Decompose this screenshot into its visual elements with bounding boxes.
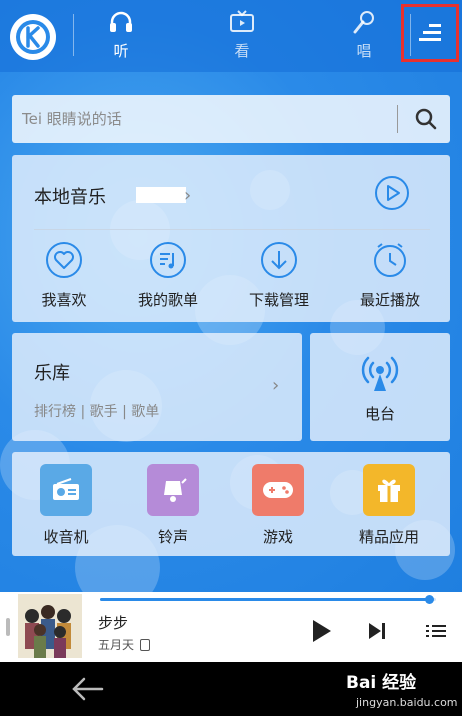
library-subtitle: 排行榜 | 歌手 | 歌单	[34, 404, 160, 420]
tab-sing[interactable]: 唱	[329, 8, 399, 64]
chevron-right-icon: ›	[184, 185, 192, 206]
download-icon	[261, 242, 297, 278]
tab-watch-label: 看	[234, 42, 250, 60]
play-icon[interactable]	[308, 618, 334, 644]
play-all-icon[interactable]	[374, 175, 410, 211]
broadcast-icon	[361, 356, 399, 391]
drag-handle[interactable]	[6, 618, 10, 636]
artist-line: 五月天	[98, 636, 151, 653]
gift-icon	[363, 464, 415, 516]
shortcut-label: 下载管理	[248, 291, 309, 309]
progress-fill	[100, 598, 430, 601]
app-label: 收音机	[43, 528, 89, 546]
search-divider	[397, 105, 398, 133]
tv-icon	[230, 10, 254, 32]
playlist-icon	[150, 242, 186, 278]
tab-watch[interactable]: 看	[207, 8, 277, 64]
app-featured[interactable]: 精品应用	[339, 464, 439, 547]
app-label: 游戏	[262, 528, 293, 546]
app-main: 听 看 唱 Tei 眼睛说的话 本地音乐 › 我喜欢 我的歌单 下载管理 最近播…	[0, 0, 462, 592]
search-input[interactable]	[22, 105, 392, 133]
mini-player[interactable]: 步步 五月天	[0, 592, 462, 662]
music-library-card[interactable]: 乐库 排行榜 | 歌手 | 歌单 ›	[12, 333, 302, 441]
watermark-url: jingyan.baidu.com	[356, 696, 458, 709]
shortcut-label: 最近播放	[359, 291, 420, 309]
bell-icon	[147, 464, 199, 516]
radio-label: 电台	[364, 405, 395, 423]
song-title: 步步	[98, 614, 129, 632]
progress-bar[interactable]	[100, 595, 436, 604]
search-bar	[12, 95, 450, 143]
back-arrow-icon[interactable]	[70, 676, 104, 702]
watermark: Bai 经验 jingyan.baidu.com	[334, 662, 462, 716]
chevron-right-icon: ›	[272, 375, 280, 396]
artist-name: 五月天	[98, 638, 135, 652]
app-radio[interactable]: 收音机	[16, 464, 116, 547]
kugou-logo-icon[interactable]	[10, 14, 56, 60]
local-music-card[interactable]: 本地音乐 › 我喜欢 我的歌单 下载管理 最近播放	[12, 155, 450, 322]
radio-icon	[40, 464, 92, 516]
progress-knob[interactable]	[424, 595, 434, 604]
local-music-title: 本地音乐	[34, 187, 106, 208]
menu-button[interactable]	[401, 4, 459, 62]
gamepad-icon	[252, 464, 304, 516]
watermark-brand: Bai 经验	[346, 673, 417, 693]
search-icon[interactable]	[414, 107, 438, 131]
app-label: 铃声	[157, 528, 188, 546]
redacted-count	[136, 187, 186, 203]
shortcut-recent[interactable]: 最近播放	[345, 241, 435, 310]
app-games[interactable]: 游戏	[228, 464, 328, 547]
next-icon[interactable]	[365, 618, 391, 644]
divider	[34, 229, 430, 230]
device-icon	[140, 639, 151, 651]
headphones-icon	[110, 11, 132, 32]
shortcut-downloads[interactable]: 下载管理	[234, 241, 324, 310]
shortcut-label: 我喜欢	[41, 291, 87, 309]
shortcut-playlists[interactable]: 我的歌单	[123, 241, 213, 310]
top-bar: 听 看 唱	[0, 0, 462, 72]
app-ringtone[interactable]: 铃声	[123, 464, 223, 547]
tab-listen[interactable]: 听	[86, 8, 156, 64]
tab-listen-label: 听	[113, 42, 129, 60]
shortcut-favorites[interactable]: 我喜欢	[19, 241, 109, 310]
microphone-icon	[353, 11, 374, 34]
queue-icon[interactable]	[423, 618, 449, 644]
library-title: 乐库	[34, 363, 70, 384]
shortcut-label: 我的歌单	[137, 291, 198, 309]
heart-icon	[46, 242, 82, 278]
menu-icon	[419, 24, 441, 41]
radio-card[interactable]: 电台	[310, 333, 450, 441]
app-label: 精品应用	[358, 528, 419, 546]
tab-sing-label: 唱	[356, 42, 372, 60]
apps-card: 收音机 铃声 游戏 精品应用	[12, 452, 450, 556]
album-cover[interactable]	[18, 594, 82, 658]
clock-icon	[374, 243, 406, 277]
